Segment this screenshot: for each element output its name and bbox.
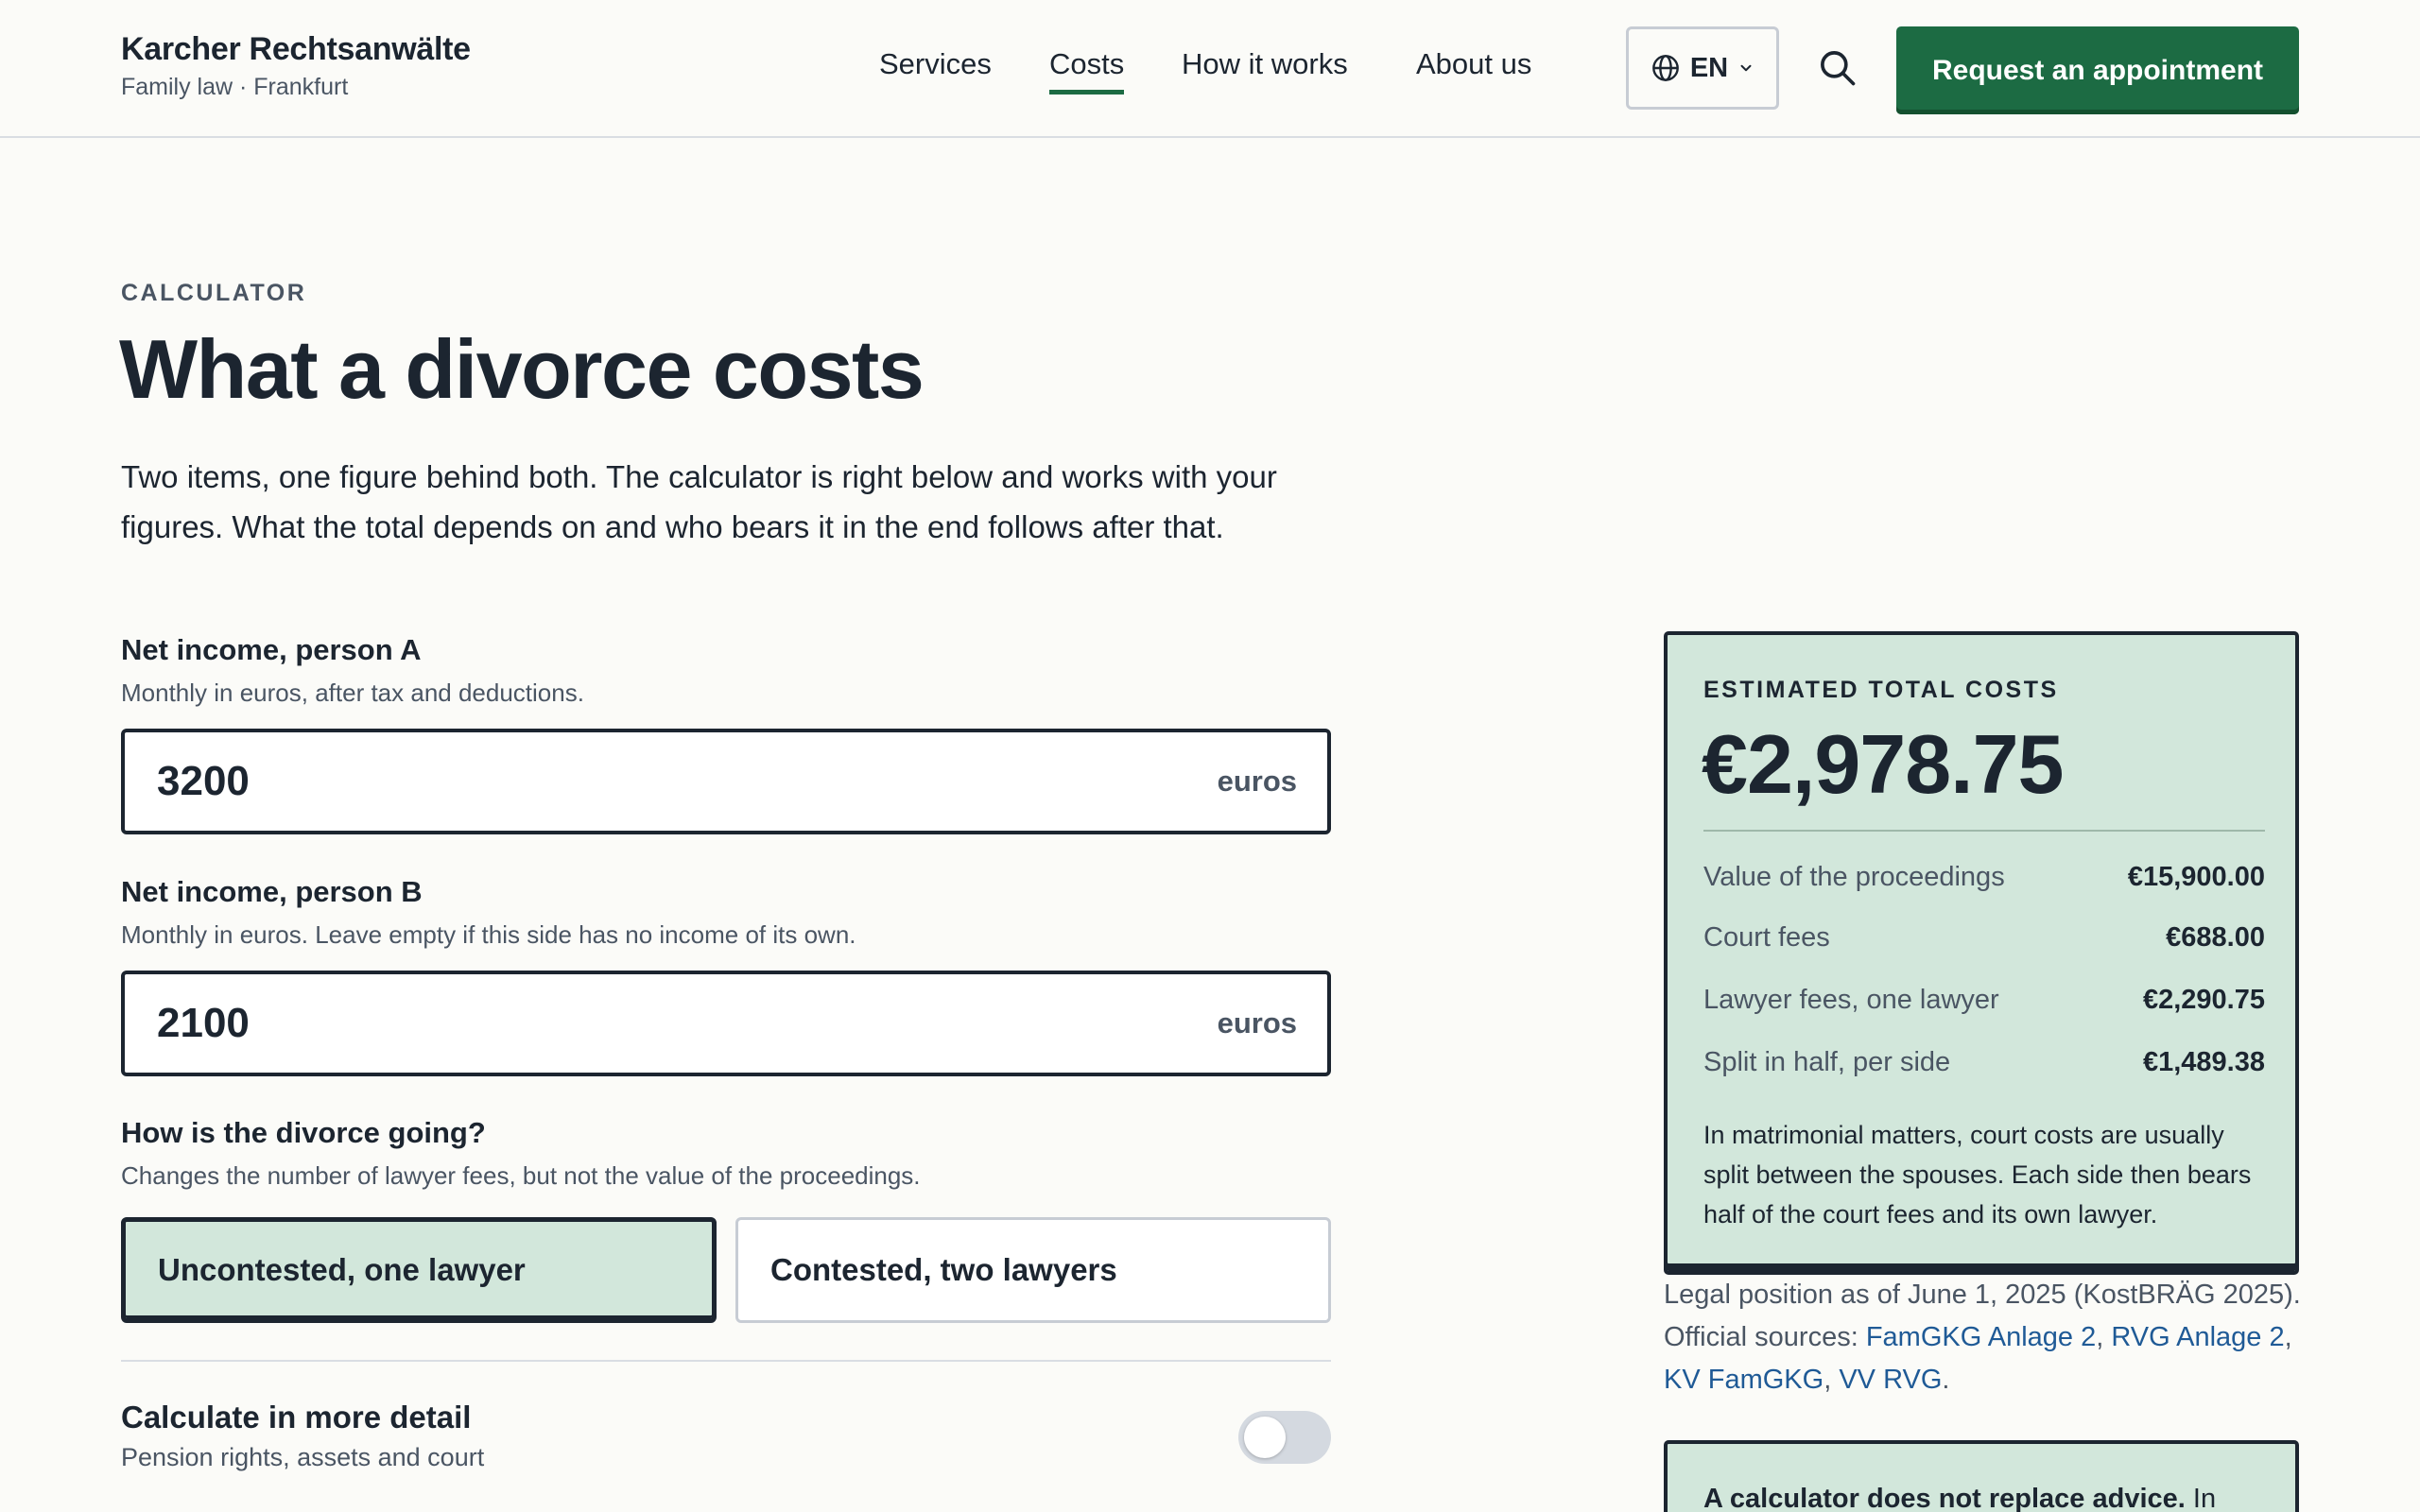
language-selector[interactable]: EN bbox=[1626, 26, 1779, 110]
person-a-income-field[interactable]: euros bbox=[121, 729, 1331, 834]
nav-item-costs[interactable]: Costs bbox=[1049, 47, 1125, 94]
result-divider bbox=[1703, 830, 2265, 832]
source-link-famgkg-anlage-2[interactable]: FamGKG Anlage 2 bbox=[1866, 1322, 2096, 1352]
person-a-help: Monthly in euros, after tax and deductio… bbox=[121, 679, 584, 707]
section-eyebrow: CALCULATOR bbox=[121, 280, 307, 306]
legal-sources: Legal position as of June 1, 2025 (KostB… bbox=[1664, 1274, 2316, 1401]
detail-toggle-label: Calculate in more detail bbox=[121, 1400, 472, 1435]
link-separator: , bbox=[2284, 1322, 2292, 1352]
result-row-amount: €2,290.75 bbox=[2142, 985, 2265, 1015]
brand[interactable]: Karcher Rechtsanwälte Family law · Frank… bbox=[121, 31, 471, 101]
result-card: ESTIMATED TOTAL COSTS €2,978.75 Value of… bbox=[1664, 631, 2299, 1275]
language-code: EN bbox=[1689, 52, 1729, 83]
result-row-lawyer-fees: Lawyer fees, one lawyer €2,290.75 bbox=[1703, 985, 2265, 1016]
result-row-court-fees: Court fees €688.00 bbox=[1703, 922, 2265, 954]
advice-card: A calculator does not replace advice. In bbox=[1664, 1440, 2299, 1512]
person-b-label: Net income, person B bbox=[121, 875, 423, 908]
divider bbox=[121, 1360, 1331, 1362]
person-a-unit: euros bbox=[1217, 765, 1297, 798]
person-b-income-field[interactable]: euros bbox=[121, 971, 1331, 1076]
link-separator: , bbox=[1824, 1365, 1840, 1395]
person-b-help: Monthly in euros. Leave empty if this si… bbox=[121, 920, 856, 949]
page-title: What a divorce costs bbox=[119, 322, 925, 416]
source-link-kv-famgkg[interactable]: KV FamGKG bbox=[1664, 1365, 1824, 1395]
divorce-mode-help: Changes the number of lawyer fees, but n… bbox=[121, 1161, 921, 1190]
search-icon bbox=[1817, 51, 1858, 93]
source-link-rvg-anlage-2[interactable]: RVG Anlage 2 bbox=[2111, 1322, 2284, 1352]
result-row-label: Value of the proceedings bbox=[1703, 862, 2005, 892]
nav-item-about-us[interactable]: About us bbox=[1416, 47, 1531, 81]
result-row-label: Lawyer fees, one lawyer bbox=[1703, 985, 1999, 1015]
nav-item-how-it-works[interactable]: How it works bbox=[1182, 47, 1348, 81]
result-row-split: Split in half, per side €1,489.38 bbox=[1703, 1047, 2265, 1078]
result-row-label: Split in half, per side bbox=[1703, 1047, 1951, 1077]
globe-icon bbox=[1651, 53, 1681, 83]
intro-text: Two items, one figure behind both. The c… bbox=[121, 459, 1277, 544]
chevron-down-icon bbox=[1737, 60, 1754, 77]
advice-bold: A calculator does not replace advice. bbox=[1703, 1484, 2186, 1512]
link-separator: , bbox=[2096, 1322, 2112, 1352]
result-total: €2,978.75 bbox=[1702, 717, 2064, 811]
person-a-income-input[interactable] bbox=[157, 758, 1008, 805]
result-row-value: Value of the proceedings €15,900.00 bbox=[1703, 862, 2265, 893]
legal-suffix: . bbox=[1942, 1365, 1950, 1395]
option-contested[interactable]: Contested, two lawyers bbox=[735, 1217, 1331, 1323]
advice-rest: In bbox=[2185, 1484, 2217, 1512]
advice-text: A calculator does not replace advice. In bbox=[1703, 1484, 2216, 1512]
result-row-label: Court fees bbox=[1703, 922, 1830, 953]
request-appointment-button[interactable]: Request an appointment bbox=[1896, 26, 2299, 114]
result-row-amount: €688.00 bbox=[2166, 922, 2265, 953]
option-uncontested[interactable]: Uncontested, one lawyer bbox=[121, 1217, 717, 1323]
divorce-mode-label: How is the divorce going? bbox=[121, 1116, 486, 1149]
search-button[interactable] bbox=[1817, 47, 1858, 89]
site-header: Karcher Rechtsanwälte Family law · Frank… bbox=[0, 0, 2420, 138]
person-a-label: Net income, person A bbox=[121, 633, 422, 666]
result-row-amount: €15,900.00 bbox=[2127, 862, 2265, 892]
nav-item-services[interactable]: Services bbox=[879, 47, 992, 81]
brand-subtitle: Family law · Frankfurt bbox=[121, 74, 349, 100]
result-note: In matrimonial matters, court costs are … bbox=[1703, 1121, 2252, 1228]
person-b-income-input[interactable] bbox=[157, 1000, 1008, 1047]
detail-toggle-switch[interactable] bbox=[1238, 1411, 1331, 1464]
brand-name[interactable]: Karcher Rechtsanwälte bbox=[121, 31, 471, 68]
detail-toggle-help: Pension rights, assets and court bbox=[121, 1443, 485, 1471]
toggle-knob bbox=[1244, 1417, 1286, 1458]
source-link-vv-rvg[interactable]: VV RVG bbox=[1839, 1365, 1942, 1395]
person-b-unit: euros bbox=[1217, 1006, 1297, 1040]
result-row-amount: €1,489.38 bbox=[2142, 1047, 2265, 1077]
result-eyebrow: ESTIMATED TOTAL COSTS bbox=[1703, 677, 2059, 703]
